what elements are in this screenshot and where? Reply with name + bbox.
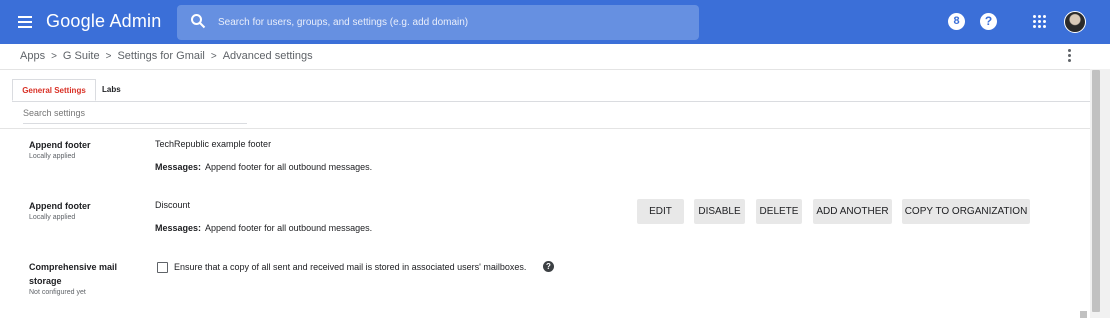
breadcrumb-advanced-settings: Advanced settings [222,50,313,62]
setting-title-continued: storage [29,276,62,286]
messages-label: Messages: [155,223,202,233]
breadcrumb-gmail-settings[interactable]: Settings for Gmail [117,50,204,62]
edit-button[interactable]: EDIT [637,199,684,224]
help-info-icon[interactable]: ? [543,261,554,272]
setting-title: Comprehensive mail [29,262,118,272]
divider [0,69,1090,70]
mail-storage-checkbox[interactable] [157,262,168,273]
messages-label: Messages: [155,162,202,172]
setting-status: Locally applied [29,214,76,221]
divider [0,128,1090,129]
tab-general-settings[interactable]: General Settings [12,79,96,101]
search-icon [191,14,206,29]
more-vert-icon[interactable] [1068,49,1072,63]
setting-value[interactable]: TechRepublic example footer [155,139,271,149]
messages-text: Append footer for all outbound messages. [205,223,373,233]
mail-storage-checkbox-label[interactable]: Ensure that a copy of all sent and recei… [174,262,526,272]
chevron-right-icon: > [210,50,217,62]
setting-messages: Messages: Append footer for all outbound … [155,162,372,172]
disable-button[interactable]: DISABLE [694,199,745,224]
breadcrumb-gsuite[interactable]: G Suite [63,50,100,62]
setting-status: Locally applied [29,153,76,160]
apps-grid-icon[interactable] [1033,15,1046,28]
avatar[interactable] [1064,11,1086,33]
setting-messages: Messages: Append footer for all outbound … [155,223,372,233]
copy-to-organization-button[interactable]: COPY TO ORGANIZATION [902,199,1030,224]
resize-handle [1080,311,1087,318]
breadcrumb: Apps > G Suite > Settings for Gmail > Ad… [20,50,313,62]
messages-text: Append footer for all outbound messages. [205,162,373,172]
setting-status: Not configured yet [29,289,86,296]
menu-icon[interactable] [18,16,32,28]
chevron-right-icon: > [105,50,112,62]
setting-value[interactable]: Discount [155,200,190,210]
scrollbar-thumb[interactable] [1092,70,1100,312]
add-another-button[interactable]: ADD ANOTHER [813,199,892,224]
chevron-right-icon: > [51,50,57,62]
app-title[interactable]: Google Admin [46,11,161,32]
setting-title: Append footer [29,140,91,150]
divider [12,101,1090,102]
support-icon[interactable]: 8 [948,13,965,30]
breadcrumb-apps[interactable]: Apps [20,50,45,62]
search-settings-input[interactable] [23,108,247,124]
global-search-placeholder: Search for users, groups, and settings (… [218,17,469,28]
tab-labs[interactable]: Labs [96,79,127,101]
help-icon[interactable]: ? [980,13,997,30]
delete-button[interactable]: DELETE [756,199,802,224]
setting-title: Append footer [29,201,91,211]
